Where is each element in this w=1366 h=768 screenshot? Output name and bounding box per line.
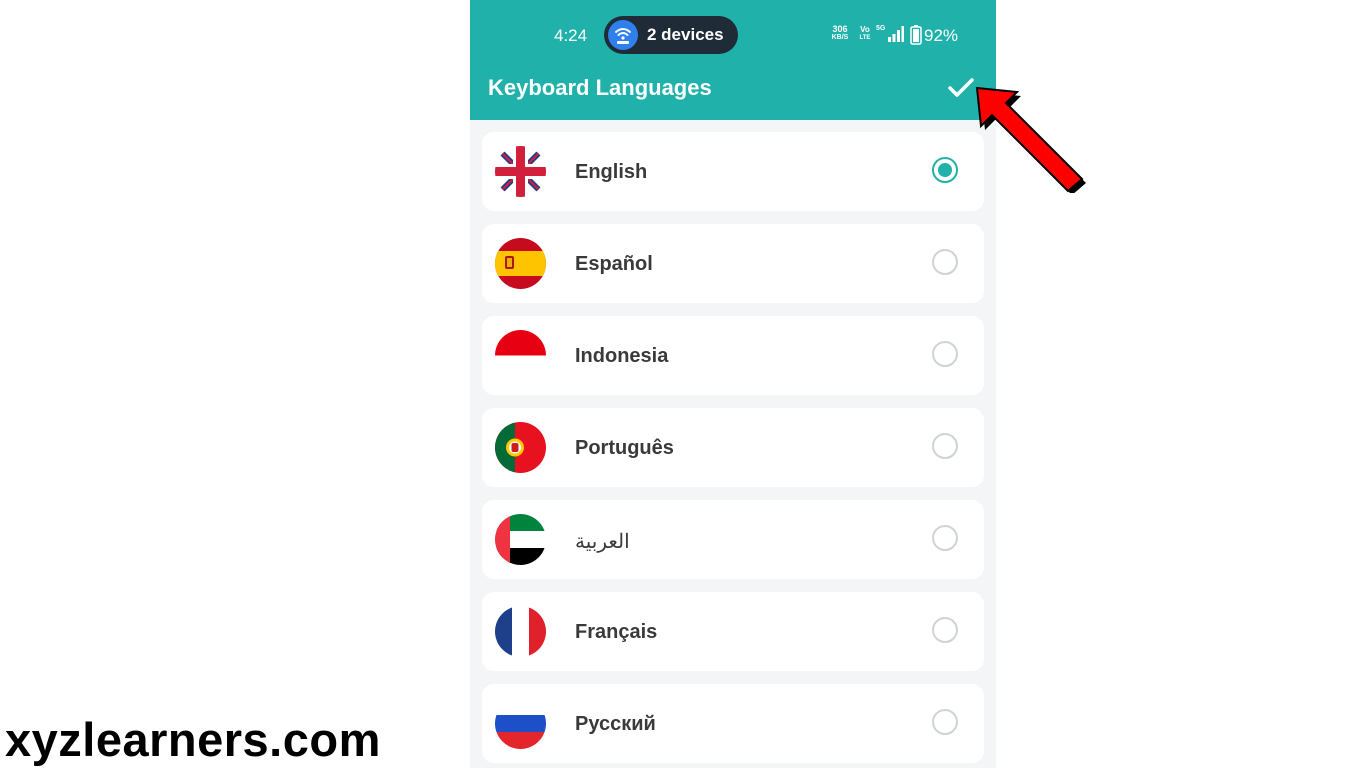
phone-screen: 4:24 2 devices 306 KB/S Vo LTE 5G 92% Ke…: [470, 0, 996, 768]
portugal-flag-icon: [495, 422, 546, 473]
uk-flag-icon: [495, 146, 546, 197]
radio-unselected[interactable]: [932, 249, 958, 275]
battery-level: 92%: [924, 26, 959, 45]
language-label: العربية: [575, 531, 630, 553]
network-speed-unit: KB/S: [831, 34, 849, 41]
volte-label-top: Vo: [860, 25, 870, 34]
radio-unselected[interactable]: [932, 525, 958, 551]
language-label: Indonesia: [575, 345, 669, 367]
radio-unselected[interactable]: [932, 617, 958, 643]
battery-icon: [910, 25, 922, 45]
app-bar: 4:24 2 devices 306 KB/S Vo LTE 5G 92% Ke…: [470, 0, 996, 120]
watermark: xyzlearners.com: [5, 713, 381, 766]
hotspot-label: 2 devices: [647, 25, 724, 44]
uae-flag-icon: [495, 514, 546, 565]
signal-strength-icon: [888, 26, 904, 42]
language-option-english[interactable]: English: [482, 132, 984, 211]
language-label: Español: [575, 253, 653, 275]
status-time: 4:24: [554, 26, 588, 45]
language-list: English Español Indonesia Português العر…: [482, 132, 984, 768]
network-speed-value: 306: [832, 24, 848, 34]
language-option-indonesia[interactable]: Indonesia: [482, 316, 984, 395]
volte-indicator: Vo LTE: [858, 25, 872, 43]
russia-flag-icon: [495, 698, 546, 749]
language-option-francais[interactable]: Français: [482, 592, 984, 671]
red-arrow-annotation: [975, 86, 1086, 193]
radio-unselected[interactable]: [932, 709, 958, 735]
wifi-hotspot-icon: [608, 20, 638, 50]
spain-flag-icon: [495, 238, 546, 289]
radio-unselected[interactable]: [932, 341, 958, 367]
network-speed: 306 KB/S: [828, 25, 852, 42]
radio-unselected[interactable]: [932, 433, 958, 459]
network-type: 5G: [876, 25, 886, 32]
volte-label-bottom: LTE: [859, 35, 871, 41]
radio-selected[interactable]: [932, 157, 958, 183]
language-label: Русский: [575, 713, 656, 735]
hotspot-indicator[interactable]: 2 devices: [604, 16, 738, 54]
language-option-arabic[interactable]: العربية: [482, 500, 984, 579]
france-flag-icon: [495, 606, 546, 657]
language-label: English: [575, 161, 648, 183]
page-title: Keyboard Languages: [488, 75, 712, 100]
language-option-espanol[interactable]: Español: [482, 224, 984, 303]
language-option-portugues[interactable]: Português: [482, 408, 984, 487]
language-label: Français: [575, 621, 658, 643]
indonesia-flag-icon: [495, 330, 546, 381]
language-option-russian[interactable]: Русский: [482, 684, 984, 763]
language-label: Português: [575, 437, 674, 459]
